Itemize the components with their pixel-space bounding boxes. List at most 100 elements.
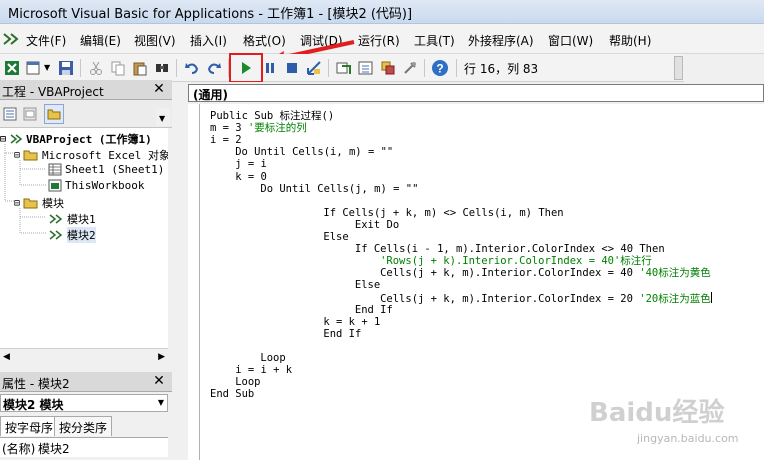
help-icon[interactable]: ?	[430, 58, 450, 78]
code-line[interactable]: Loop	[260, 352, 285, 364]
code-line[interactable]: End If	[323, 328, 361, 340]
code-text: If Cells(i - 1, m).Interior.ColorIndex <…	[354, 243, 665, 256]
pause-icon[interactable]	[260, 58, 280, 78]
code-line[interactable]: End Sub	[210, 388, 254, 400]
code-line[interactable]: Else	[355, 279, 380, 291]
cursor-position: 行 16，列 83	[464, 62, 539, 76]
code-comment: 'Rows(j + k).Interior.ColorIndex = 40'标注…	[380, 255, 652, 268]
menu-window[interactable]: 窗口(W)	[548, 32, 593, 49]
dropdown-arrow-icon[interactable]: ▼	[44, 63, 50, 72]
view-code-icon[interactable]	[0, 104, 20, 124]
property-name: (名称)	[2, 442, 36, 456]
redo-icon[interactable]	[204, 58, 224, 78]
code-text: End If	[323, 327, 362, 340]
code-line[interactable]: k = k + 1	[323, 316, 380, 328]
insert-module-icon[interactable]	[24, 58, 44, 78]
tree-lines	[4, 144, 46, 234]
code-line[interactable]: If Cells(j + k, m) <> Cells(i, m) Then	[323, 207, 563, 219]
code-margin	[188, 104, 200, 460]
code-line[interactable]: Cells(j + k, m).Interior.ColorIndex = 20…	[380, 291, 712, 305]
code-line[interactable]: i = 2	[210, 134, 242, 146]
code-comment: '要标注的列	[247, 122, 307, 135]
toggle-folders-icon[interactable]	[44, 104, 64, 124]
project-tree: ⊟ VBAProject (工作簿1) ⊟ Microsoft Excel 对象…	[0, 128, 168, 348]
save-icon[interactable]	[56, 58, 76, 78]
code-line[interactable]: 'Rows(j + k).Interior.ColorIndex = 40'标注…	[380, 255, 652, 267]
menu-file[interactable]: 文件(F)	[26, 32, 66, 49]
code-line[interactable]: Do Until Cells(j, m) = ""	[260, 183, 418, 195]
cut-icon[interactable]	[86, 58, 106, 78]
chevron-down-icon[interactable]: ▼	[158, 398, 164, 407]
code-line[interactable]: Loop	[235, 376, 260, 388]
code-line[interactable]: m = 3 '要标注的列	[210, 122, 307, 134]
run-button-highlight	[229, 53, 263, 83]
menu-addins[interactable]: 外接程序(A)	[468, 32, 534, 49]
code-text: i = 2	[210, 134, 242, 147]
paste-icon[interactable]	[130, 58, 150, 78]
code-text: End Sub	[210, 388, 255, 401]
code-text: Loop	[260, 352, 286, 364]
text-caret	[710, 291, 712, 303]
code-line[interactable]: k = 0	[235, 171, 267, 183]
code-comment: '20标注为蓝色	[639, 292, 711, 305]
object-combo[interactable]: (通用)	[188, 84, 764, 102]
menu-run[interactable]: 运行(R)	[358, 32, 400, 49]
properties-object-select[interactable]: 模块2 模块 ▼	[0, 394, 168, 412]
code-line[interactable]: Else	[323, 231, 348, 243]
title-bar: Microsoft Visual Basic for Applications …	[0, 0, 764, 24]
close-icon[interactable]: ✕	[152, 82, 166, 96]
code-text: Do Until Cells(i, m) = ""	[235, 146, 394, 159]
code-text: k = 0	[235, 170, 267, 183]
undo-icon[interactable]	[182, 58, 202, 78]
code-text: If Cells(j + k, m) <> Cells(i, m) Then	[323, 206, 564, 219]
toolbar-grip[interactable]	[674, 56, 683, 80]
code-line[interactable]: Public Sub 标注过程()	[210, 110, 334, 122]
code-text: Cells(j + k, m).Interior.ColorIndex = 20	[380, 292, 640, 305]
find-icon[interactable]	[152, 58, 172, 78]
code-line[interactable]: j = i	[235, 158, 267, 170]
code-text: Loop	[235, 376, 261, 389]
code-line[interactable]: Exit Do	[355, 219, 399, 231]
excel-view-icon[interactable]	[2, 58, 22, 78]
code-text: i = i + k	[235, 364, 293, 377]
code-comment: '40标注为黄色	[639, 267, 711, 280]
tab-alphabetic[interactable]: 按字母序	[0, 416, 59, 436]
code-line[interactable]: Cells(j + k, m).Interior.ColorIndex = 40…	[380, 267, 711, 279]
code-text: j = i	[235, 158, 267, 171]
properties-window-icon[interactable]	[356, 58, 376, 78]
property-value: 模块2	[38, 442, 70, 456]
window-title: Microsoft Visual Basic for Applications …	[8, 7, 413, 22]
code-line[interactable]: i = i + k	[235, 364, 292, 376]
copy-icon[interactable]	[108, 58, 128, 78]
menu-help[interactable]: 帮助(H)	[609, 32, 651, 49]
menu-insert[interactable]: 插入(I)	[190, 32, 227, 49]
svg-text:?: ?	[436, 62, 443, 76]
code-text: Else	[323, 231, 349, 243]
project-panel-header: 工程 - VBAProject ✕	[0, 80, 172, 100]
close-icon[interactable]: ✕	[152, 374, 166, 388]
code-text: m = 3	[210, 122, 248, 135]
design-mode-icon[interactable]	[304, 58, 324, 78]
scroll-left-icon[interactable]: ◀	[3, 352, 10, 362]
code-text: Exit Do	[354, 218, 400, 231]
menu-debug[interactable]: 调试(D)	[300, 32, 343, 49]
code-line[interactable]: Do Until Cells(i, m) = ""	[235, 146, 393, 158]
menu-format[interactable]: 格式(O)	[243, 32, 286, 49]
scroll-right-icon[interactable]: ▶	[158, 352, 165, 362]
menu-view[interactable]: 视图(V)	[134, 32, 176, 49]
code-text: Public Sub 标注过程()	[210, 110, 335, 122]
project-horizontal-scrollbar[interactable]: ◀ ▶	[0, 348, 168, 366]
properties-row-name[interactable]: (名称) 模块2	[0, 437, 168, 457]
code-line[interactable]: End If	[355, 304, 393, 316]
standard-toolbar: ▼ ? 行 16，列 83	[0, 54, 684, 82]
reset-icon[interactable]	[282, 58, 302, 78]
tab-categorized[interactable]: 按分类序	[54, 416, 113, 436]
toolbox-icon[interactable]	[400, 58, 420, 78]
menu-tools[interactable]: 工具(T)	[414, 32, 455, 49]
object-browser-icon[interactable]	[378, 58, 398, 78]
view-object-icon[interactable]	[20, 104, 40, 124]
scroll-down-icon[interactable]: ▼	[156, 108, 170, 126]
code-line[interactable]: If Cells(i - 1, m).Interior.ColorIndex <…	[355, 243, 665, 255]
menu-edit[interactable]: 编辑(E)	[80, 32, 121, 49]
project-explorer-icon[interactable]	[334, 58, 354, 78]
